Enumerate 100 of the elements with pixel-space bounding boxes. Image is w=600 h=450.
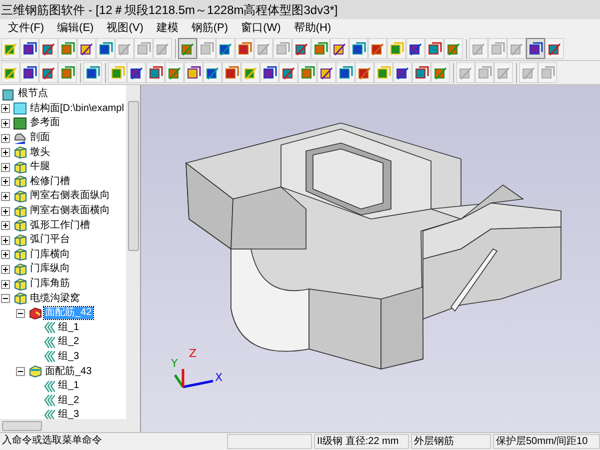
- rebar-icon: [28, 365, 42, 378]
- tool-icon: [426, 40, 442, 56]
- tree-item[interactable]: 门库角筋: [29, 278, 71, 290]
- tool-icon: [136, 40, 152, 56]
- expand-toggle[interactable]: [1, 134, 10, 143]
- status-field: II级钢 直径:22 mm: [314, 434, 409, 449]
- tree-item[interactable]: 检修门槽: [29, 176, 71, 188]
- cube-icon: [13, 190, 27, 203]
- plus-icon: [2, 120, 9, 127]
- tree-item[interactable]: 根节点: [17, 88, 49, 100]
- tool-icon: [60, 40, 76, 56]
- expand-toggle[interactable]: [1, 221, 10, 230]
- cube-icon: [13, 204, 27, 218]
- tree-item[interactable]: 面配筋_43: [44, 366, 93, 378]
- menu-item[interactable]: 钢筋(P): [191, 20, 228, 36]
- menu-item[interactable]: 文件(F): [8, 20, 44, 36]
- tool-icon: [458, 64, 474, 80]
- tool-icon: [356, 64, 372, 80]
- expand-toggle[interactable]: [1, 236, 10, 245]
- collapse-toggle[interactable]: [1, 294, 10, 304]
- tree-item[interactable]: 组_1: [57, 380, 80, 392]
- tree-item[interactable]: 牛腿: [29, 161, 51, 174]
- toolbar-button[interactable]: [526, 38, 545, 59]
- plus-icon: [2, 222, 9, 230]
- rebar-group-icon: [43, 336, 55, 349]
- expand-toggle[interactable]: [1, 250, 10, 260]
- tree-item[interactable]: 弧形工作门槽: [29, 220, 91, 232]
- expand-toggle[interactable]: [1, 162, 10, 172]
- tree-item[interactable]: 闸室右侧表面横向: [29, 205, 111, 218]
- tree-item[interactable]: 组_3: [57, 350, 80, 363]
- menu-item[interactable]: 帮助(H): [294, 20, 332, 36]
- rebar-group-icon: [43, 380, 55, 393]
- plus-icon: [2, 208, 9, 215]
- window-title: 三维钢筋图软件 - [12＃坝段1218.5m～1228m高程体型图3dv3*]: [1, 2, 338, 18]
- status-field: 外层钢筋: [411, 434, 491, 449]
- 3d-viewport[interactable]: X Y Z: [141, 85, 600, 432]
- tool-icon: [78, 40, 94, 56]
- collapse-toggle[interactable]: [16, 308, 25, 318]
- tool-icon: [2, 40, 18, 56]
- expand-toggle[interactable]: [1, 192, 10, 201]
- expand-toggle[interactable]: [1, 104, 10, 114]
- tree-item[interactable]: 电缆沟梁窝: [29, 292, 81, 305]
- menu-item[interactable]: 窗口(W): [241, 20, 281, 36]
- tree-item[interactable]: 剖面: [29, 132, 51, 144]
- menu-item[interactable]: 建模: [156, 20, 178, 36]
- tool-icon: [218, 40, 234, 56]
- tool-icon: [154, 40, 170, 56]
- tool-icon: [408, 40, 424, 56]
- tool-icon: [508, 40, 524, 56]
- tool-icon: [280, 64, 296, 80]
- expand-toggle[interactable]: [1, 177, 10, 186]
- section-icon: [13, 132, 27, 145]
- tool-icon: [186, 64, 202, 80]
- plus-icon: [2, 280, 9, 288]
- rebar-group-icon: [43, 394, 55, 408]
- tool-icon: [332, 40, 348, 56]
- expand-toggle[interactable]: [1, 264, 10, 274]
- expand-toggle[interactable]: [1, 148, 10, 158]
- status-field: 保护层50mm/间距10: [493, 434, 600, 449]
- tool-icon: [236, 40, 252, 56]
- cube-icon: [13, 219, 27, 232]
- tool-icon: [22, 64, 38, 80]
- cube-icon: [13, 146, 27, 160]
- tree-item[interactable]: 门库纵向: [29, 263, 71, 276]
- tree-item[interactable]: 闸室右侧表面纵向: [29, 190, 111, 202]
- tool-icon: [432, 64, 448, 80]
- plane-icon: [13, 102, 27, 116]
- tool-icon: [496, 64, 512, 80]
- tree-item[interactable]: 组_1: [57, 322, 80, 334]
- tree-item[interactable]: 组_3: [57, 409, 80, 419]
- vertical-scrollbar[interactable]: [126, 85, 140, 419]
- cube-icon: [13, 278, 27, 291]
- expand-toggle[interactable]: [1, 280, 10, 289]
- plus-icon: [2, 134, 9, 142]
- cube-icon: [13, 234, 27, 247]
- tree-item[interactable]: 组_2: [57, 394, 80, 407]
- tree-item[interactable]: 结构面[D:\bin\exampl: [29, 102, 125, 115]
- horizontal-scrollbar[interactable]: [0, 419, 140, 432]
- tree-item[interactable]: 参考面: [29, 117, 61, 130]
- plus-icon: [2, 164, 9, 171]
- tool-icon: [84, 64, 100, 80]
- plus-icon: [2, 266, 9, 273]
- menu-item[interactable]: 编辑(E): [57, 20, 94, 36]
- expand-toggle[interactable]: [1, 118, 10, 128]
- plus-icon: [2, 236, 9, 244]
- collapse-toggle[interactable]: [16, 367, 25, 376]
- tool-icon: [490, 40, 506, 56]
- expand-toggle[interactable]: [1, 206, 10, 216]
- plus-icon: [2, 105, 9, 112]
- plus-icon: [2, 149, 9, 156]
- tree-item[interactable]: 弧门平台: [29, 234, 71, 246]
- tree-item[interactable]: 墩头: [29, 146, 51, 159]
- tool-icon: [98, 40, 114, 56]
- tree-item[interactable]: 门库横向: [29, 248, 71, 261]
- tree-item[interactable]: 组_2: [57, 336, 80, 348]
- menu-item[interactable]: 视图(V): [106, 20, 144, 36]
- tool-icon: [446, 40, 462, 56]
- tool-icon: [300, 64, 316, 80]
- cube-icon: [13, 175, 27, 188]
- tool-icon: [318, 64, 334, 80]
